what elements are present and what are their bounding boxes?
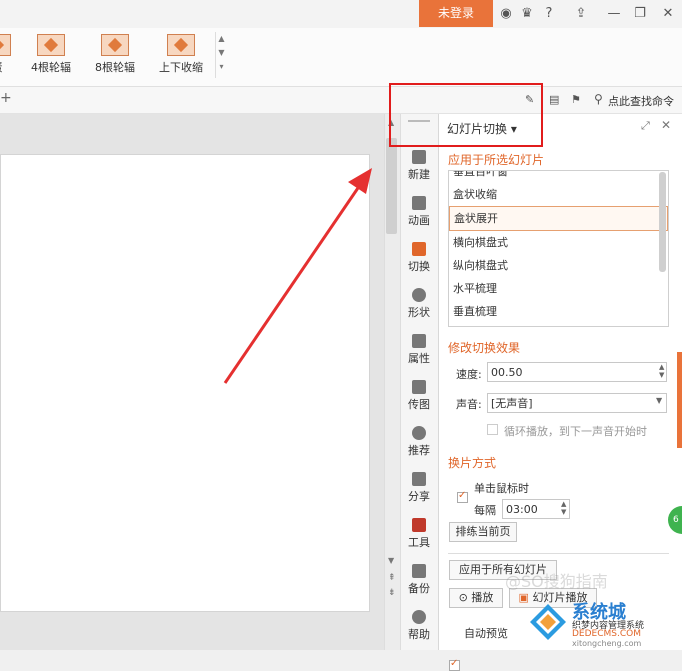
windows-logo-icon bbox=[530, 604, 566, 640]
url2-text: xitongcheng.com bbox=[572, 639, 642, 648]
auto-preview-checkbox[interactable] bbox=[449, 658, 460, 671]
annotation-arrow bbox=[223, 168, 372, 384]
site-watermark-logo: 系统城 织梦内容管理系统 DEDECMS.COM xitongcheng.com bbox=[528, 598, 682, 650]
url-text: DEDECMS.COM bbox=[572, 629, 641, 639]
